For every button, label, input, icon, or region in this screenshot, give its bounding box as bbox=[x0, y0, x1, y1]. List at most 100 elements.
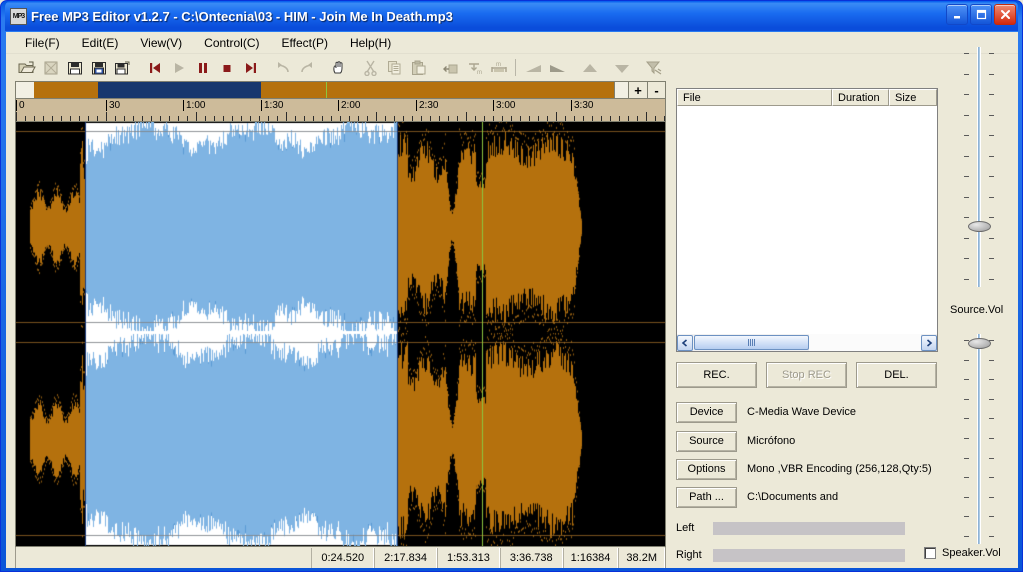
menu-item-effect[interactable]: Effect(P) bbox=[271, 33, 339, 53]
slider-tick bbox=[989, 340, 994, 341]
slider-tick bbox=[964, 516, 969, 518]
menu-item-file[interactable]: File(F) bbox=[14, 33, 71, 53]
speaker-vol-checkbox[interactable] bbox=[924, 547, 936, 559]
ruler-label: 1:00 bbox=[183, 100, 205, 111]
open-icon[interactable] bbox=[16, 57, 37, 78]
recording-panel: File Duration Size REC. Stop REC DEL. De… bbox=[671, 81, 1001, 562]
slider-tick bbox=[964, 457, 969, 459]
slider-tick bbox=[989, 94, 994, 96]
slider-tick bbox=[964, 536, 969, 537]
speaker-slider-thumb[interactable] bbox=[968, 338, 991, 349]
menu-item-help[interactable]: Help(H) bbox=[339, 33, 402, 53]
column-size[interactable]: Size bbox=[889, 89, 937, 106]
slider-tick bbox=[989, 418, 994, 420]
speaker-volume-slider[interactable] bbox=[961, 334, 997, 544]
slider-tick bbox=[964, 438, 969, 439]
file-list[interactable]: File Duration Size bbox=[676, 88, 938, 352]
zoom-out-button[interactable]: - bbox=[647, 81, 666, 99]
save-as-icon[interactable] bbox=[88, 57, 109, 78]
slider-tick bbox=[989, 438, 994, 439]
overview-bar[interactable]: + - bbox=[15, 81, 666, 99]
ruler-label: 3:00 bbox=[493, 100, 515, 111]
scrollbar-track[interactable] bbox=[809, 334, 921, 351]
zoom-in-button[interactable]: + bbox=[628, 81, 647, 99]
time-ruler[interactable]: 0 30 1:00 1:30 2:00 2:30 3:00 3:30 bbox=[15, 99, 666, 121]
slider-tick bbox=[964, 379, 969, 381]
slider-tick bbox=[989, 155, 994, 157]
scrollbar-thumb[interactable] bbox=[694, 335, 809, 350]
record-controls: REC. Stop REC DEL. bbox=[676, 362, 938, 388]
skip-start-icon[interactable] bbox=[144, 57, 165, 78]
device-button[interactable]: Device bbox=[676, 401, 737, 423]
file-list-body[interactable] bbox=[677, 106, 937, 334]
overview-spacer bbox=[614, 81, 628, 99]
del-button[interactable]: DEL. bbox=[856, 362, 937, 388]
volume-down-icon bbox=[611, 57, 632, 78]
selection-start-field: 0:24.520 bbox=[311, 547, 375, 568]
slider-tick bbox=[989, 258, 994, 260]
column-file[interactable]: File bbox=[677, 89, 832, 106]
stop-icon[interactable] bbox=[216, 57, 237, 78]
slider-tick bbox=[964, 258, 969, 260]
skip-end-icon[interactable] bbox=[240, 57, 261, 78]
play-icon bbox=[168, 57, 189, 78]
source-slider-thumb[interactable] bbox=[968, 221, 991, 232]
ruler-label: 30 bbox=[106, 100, 120, 111]
ruler-tick bbox=[106, 112, 107, 121]
overview-left-pad bbox=[16, 82, 34, 98]
path-value: C:\Documents and bbox=[747, 491, 839, 503]
mix-icon: m bbox=[464, 57, 485, 78]
overview-playhead[interactable] bbox=[326, 82, 327, 98]
options-row: Options Mono ,VBR Encoding (256,128,Qty:… bbox=[676, 458, 938, 480]
slider-tick bbox=[964, 196, 969, 198]
hand-icon[interactable] bbox=[328, 57, 349, 78]
redo-icon bbox=[296, 57, 317, 78]
scroll-right-icon[interactable] bbox=[921, 334, 937, 351]
save-icon[interactable] bbox=[64, 57, 85, 78]
slider-tick bbox=[989, 176, 994, 178]
column-duration[interactable]: Duration bbox=[832, 89, 889, 106]
source-slider-track[interactable] bbox=[977, 47, 981, 287]
selection-end-field: 2:17.834 bbox=[374, 547, 437, 568]
speaker-vol-label: Speaker.Vol bbox=[942, 547, 1001, 559]
menu-item-view[interactable]: View(V) bbox=[129, 33, 193, 53]
slider-tick bbox=[989, 516, 994, 518]
window-frame: MP3 Free MP3 Editor v1.2.7 - C:\Ontecnia… bbox=[0, 0, 1023, 572]
source-volume-slider[interactable] bbox=[961, 47, 997, 287]
overview-track[interactable] bbox=[15, 81, 614, 99]
minimize-icon[interactable] bbox=[946, 4, 968, 25]
maximize-icon[interactable] bbox=[970, 4, 992, 25]
options-button[interactable]: Options bbox=[676, 458, 737, 480]
scroll-left-icon[interactable] bbox=[677, 334, 693, 351]
waveform-display[interactable] bbox=[15, 121, 666, 547]
window-title: Free MP3 Editor v1.2.7 - C:\Ontecnia\03 … bbox=[31, 8, 453, 24]
menu-item-control[interactable]: Control(C) bbox=[193, 33, 270, 53]
slider-tick bbox=[964, 176, 969, 178]
ruler-tick bbox=[196, 112, 197, 121]
slider-tick bbox=[989, 237, 994, 239]
source-button[interactable]: Source bbox=[676, 430, 737, 452]
right-meter-row: Right bbox=[676, 545, 926, 565]
speaker-slider-track[interactable] bbox=[977, 334, 981, 544]
rec-button[interactable]: REC. bbox=[676, 362, 757, 388]
options-value: Mono ,VBR Encoding (256,128,Qty:5) bbox=[747, 463, 932, 475]
file-list-hscrollbar[interactable] bbox=[677, 334, 937, 351]
insert-icon bbox=[440, 57, 461, 78]
slider-tick bbox=[989, 496, 994, 498]
ruler-tick bbox=[286, 112, 287, 121]
ruler-tick bbox=[556, 112, 557, 121]
overview-selection[interactable] bbox=[98, 82, 261, 98]
waveform-canvas[interactable] bbox=[16, 122, 665, 546]
slider-tick bbox=[964, 418, 969, 420]
paste-icon bbox=[408, 57, 429, 78]
pause-icon[interactable] bbox=[192, 57, 213, 78]
close-icon[interactable] bbox=[994, 4, 1016, 25]
menu-item-edit[interactable]: Edit(E) bbox=[71, 33, 130, 53]
title-bar[interactable]: MP3 Free MP3 Editor v1.2.7 - C:\Ontecnia… bbox=[5, 1, 1018, 31]
ruler-label: 2:30 bbox=[416, 100, 438, 111]
slider-tick bbox=[989, 217, 994, 219]
path-button[interactable]: Path ... bbox=[676, 486, 737, 508]
slider-tick bbox=[964, 398, 969, 400]
save-selection-icon[interactable] bbox=[112, 57, 133, 78]
slider-tick bbox=[989, 398, 994, 400]
